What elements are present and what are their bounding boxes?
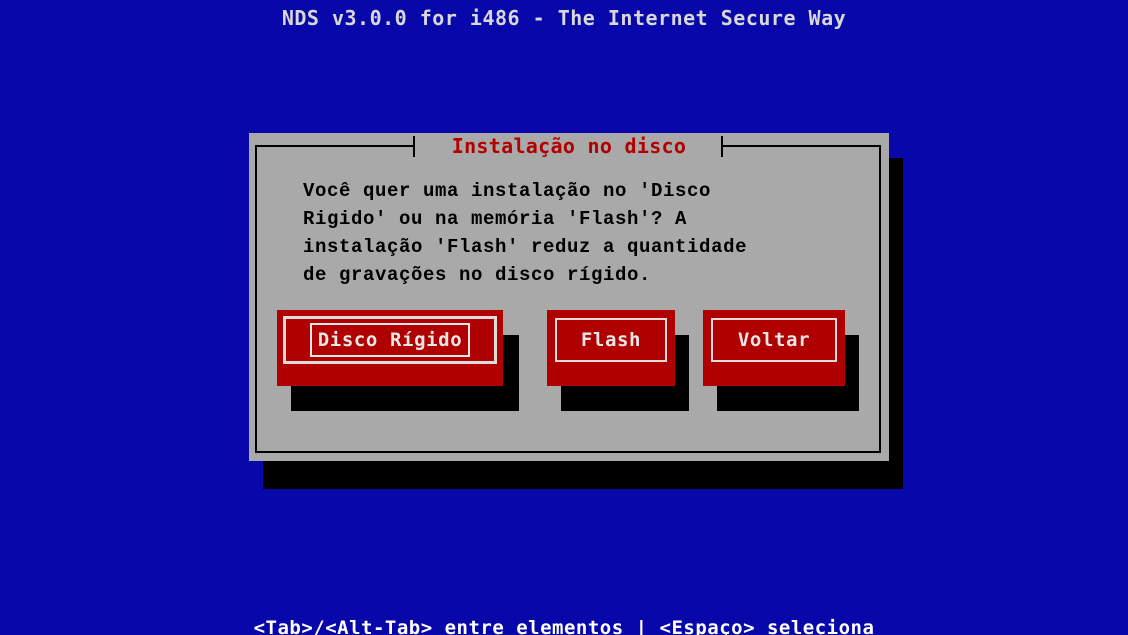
flash-button[interactable]: Flash — [547, 310, 675, 386]
installer-screen: NDS v3.0.0 for i486 - The Internet Secur… — [0, 0, 1128, 635]
install-disk-dialog: Instalação no disco Você quer uma instal… — [249, 133, 889, 461]
disco-rigido-button-label: Disco Rígido — [309, 323, 471, 357]
voltar-button-label: Voltar — [737, 329, 811, 351]
dialog-title: Instalação no disco — [451, 134, 687, 158]
disco-rigido-button[interactable]: Disco Rígido — [277, 310, 503, 386]
voltar-button[interactable]: Voltar — [703, 310, 845, 386]
status-bar-hint: <Tab>/<Alt-Tab> entre elementos | <Espaç… — [253, 617, 875, 635]
voltar-button-frame: Voltar — [711, 318, 837, 362]
screen-title: NDS v3.0.0 for i486 - The Internet Secur… — [281, 6, 847, 30]
disco-rigido-button-frame: Disco Rígido — [283, 316, 497, 364]
flash-button-label: Flash — [580, 329, 642, 351]
dialog-message: Você quer uma instalação no 'Disco Rigid… — [303, 180, 748, 286]
flash-button-frame: Flash — [555, 318, 667, 362]
